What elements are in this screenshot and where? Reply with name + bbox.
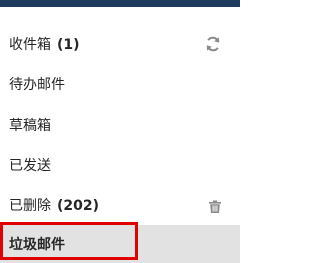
folder-label-todo: 待办邮件 xyxy=(9,77,65,93)
inbox-unread-count: (1) xyxy=(57,37,80,53)
folder-item-todo[interactable]: 待办邮件 xyxy=(0,66,240,102)
folder-item-deleted[interactable]: 已删除 (202) xyxy=(0,187,240,223)
folder-label-sent: 已发送 xyxy=(9,158,51,174)
deleted-count: (202) xyxy=(57,198,100,214)
trash-icon[interactable] xyxy=(209,199,221,213)
folder-label-inbox: 收件箱 (1) xyxy=(9,37,80,53)
folder-item-drafts[interactable]: 草稿箱 xyxy=(0,107,240,143)
folder-label-drafts: 草稿箱 xyxy=(9,118,51,134)
folder-item-inbox[interactable]: 收件箱 (1) xyxy=(0,26,240,62)
sync-icon[interactable] xyxy=(204,35,222,53)
folder-item-sent[interactable]: 已发送 xyxy=(0,147,240,183)
folder-label-junk: 垃圾邮件 xyxy=(9,237,65,253)
folder-label-deleted: 已删除 (202) xyxy=(9,198,100,214)
folder-list: 收件箱 (1) 待办邮件 草稿箱 已发送 已删除 (202) 垃圾邮件 xyxy=(0,0,240,263)
folder-item-junk[interactable]: 垃圾邮件 xyxy=(0,225,240,263)
